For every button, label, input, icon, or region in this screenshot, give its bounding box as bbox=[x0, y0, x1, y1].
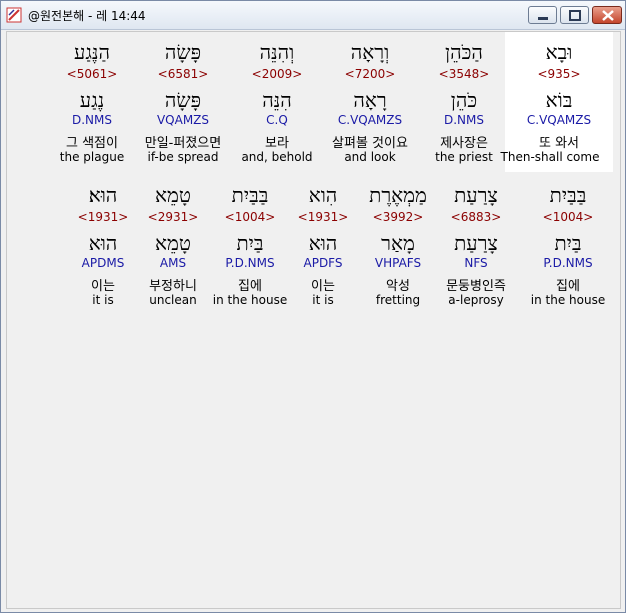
hebrew-word: צָרַעַת bbox=[454, 183, 498, 207]
strong-number[interactable]: <1931> bbox=[58, 210, 148, 224]
hebrew-word: וּבָא bbox=[545, 40, 573, 64]
morphology-code: APDMS bbox=[81, 256, 125, 270]
strong-number[interactable]: <935> bbox=[505, 67, 613, 81]
morphology-code: C.Q bbox=[266, 113, 288, 127]
strong-number[interactable]: <7200> bbox=[325, 67, 415, 81]
morphology-code: P.D.NMS bbox=[225, 256, 275, 270]
korean-gloss: 집에 bbox=[238, 279, 262, 294]
word-cell[interactable]: הַנֶּגַע <5061> נֶגַע D.NMS 그 색점이 the plague bbox=[47, 32, 137, 172]
hebrew-word: פָּשָׂה bbox=[164, 40, 202, 64]
morphology-code: C.VQAMZS bbox=[526, 113, 592, 127]
korean-gloss: 문둥병인즉 bbox=[446, 279, 506, 294]
morphology-code: C.VQAMZS bbox=[337, 113, 403, 127]
hebrew-word: וְהִנֵּה bbox=[259, 40, 295, 64]
english-gloss: and, behold bbox=[241, 150, 313, 164]
minimize-icon bbox=[538, 17, 548, 20]
hebrew-lemma: בַּיִת bbox=[236, 231, 264, 255]
hebrew-lemma: נֶגַע bbox=[79, 88, 105, 112]
english-gloss: in the house bbox=[530, 293, 606, 307]
hebrew-word: הַכֹּהֵן bbox=[445, 40, 483, 64]
hebrew-lemma: בּוֹא bbox=[545, 88, 573, 112]
strong-number[interactable]: <6581> bbox=[138, 67, 228, 81]
korean-gloss: 이는 bbox=[91, 279, 115, 294]
word-cell[interactable]: וְרָאָה <7200> רָאָה C.VQAMZS 살펴볼 것이요 and loo… bbox=[325, 32, 415, 172]
strong-number[interactable]: <2009> bbox=[232, 67, 322, 81]
morphology-code: D.NMS bbox=[71, 113, 112, 127]
hebrew-word: וְרָאָה bbox=[350, 40, 390, 64]
app-window: @원전본해 - 레 14:44 וּבָא <935> בּוֹא C.VQAMZS 또… bbox=[0, 0, 626, 613]
window-title: @원전본해 - 레 14:44 bbox=[28, 9, 146, 23]
strong-number[interactable]: <6883> bbox=[431, 210, 521, 224]
strong-number[interactable]: <5061> bbox=[47, 67, 137, 81]
morphology-code: D.NMS bbox=[443, 113, 484, 127]
korean-gloss: 집에 bbox=[556, 279, 580, 294]
english-gloss: the plague bbox=[59, 150, 125, 164]
word-cell[interactable]: הוּא׃ <1931> הוּא APDMS 이는 it is bbox=[58, 175, 148, 315]
hebrew-lemma: פָּשָׂה bbox=[164, 88, 202, 112]
korean-gloss: 또 와서 bbox=[538, 136, 579, 151]
strong-number[interactable]: <1004> bbox=[205, 210, 295, 224]
hebrew-word: בַּבַּיִת bbox=[549, 183, 587, 207]
hebrew-lemma: רָאָה bbox=[353, 88, 387, 112]
strong-number[interactable]: <1004> bbox=[523, 210, 613, 224]
close-button[interactable] bbox=[592, 6, 622, 24]
korean-gloss: 제사장은 bbox=[440, 136, 488, 151]
english-gloss: if-be spread bbox=[147, 150, 219, 164]
korean-gloss: 보라 bbox=[265, 136, 289, 151]
hebrew-lemma: בַּיִת bbox=[554, 231, 582, 255]
morphology-code: P.D.NMS bbox=[543, 256, 593, 270]
korean-gloss: 만일-퍼졌으면 bbox=[144, 136, 222, 151]
minimize-button[interactable] bbox=[528, 6, 557, 24]
korean-gloss: 살펴볼 것이요 bbox=[332, 136, 408, 151]
hebrew-word: בַּבַּיִת bbox=[231, 183, 269, 207]
strong-number[interactable]: <3548> bbox=[419, 67, 509, 81]
hebrew-lemma: הִנֵּה bbox=[262, 88, 292, 112]
word-cell[interactable]: פָּשָׂה <6581> פָּשָׂה VQAMZS 만일-퍼졌으면 if-be s… bbox=[138, 32, 228, 172]
english-gloss: the priest bbox=[435, 150, 493, 164]
word-cell[interactable]: הַכֹּהֵן <3548> כֹּהֵן D.NMS 제사장은 the priest bbox=[419, 32, 509, 172]
english-gloss: it is bbox=[92, 293, 114, 307]
hebrew-lemma: צָרַעַת bbox=[454, 231, 498, 255]
morphology-code: VQAMZS bbox=[156, 113, 210, 127]
hebrew-lemma: הוּא bbox=[88, 231, 118, 255]
word-cell[interactable]: וּבָא <935> בּוֹא C.VQAMZS 또 와서 Then-shall co… bbox=[501, 32, 613, 172]
app-logo-icon bbox=[6, 7, 22, 23]
interlinear-panel[interactable]: וּבָא <935> בּוֹא C.VQAMZS 또 와서 Then-shall co… bbox=[6, 31, 621, 609]
hebrew-word: הַנֶּגַע bbox=[74, 40, 110, 64]
word-cell[interactable]: וְהִנֵּה <2009> הִנֵּה C.Q 보라 and, behold bbox=[232, 32, 322, 172]
maximize-button[interactable] bbox=[560, 6, 589, 24]
maximize-icon bbox=[569, 10, 581, 21]
english-gloss: and look bbox=[344, 150, 396, 164]
morphology-code: NFS bbox=[464, 256, 488, 270]
hebrew-lemma: כֹּהֵן bbox=[450, 88, 478, 112]
word-cell[interactable]: בַּבַּיִת <1004> בַּיִת P.D.NMS 집에 in the hou… bbox=[523, 175, 613, 315]
title-bar[interactable]: @원전본해 - 레 14:44 bbox=[1, 1, 625, 30]
close-icon bbox=[602, 10, 614, 21]
hebrew-word: הוּא׃ bbox=[88, 183, 118, 207]
korean-gloss: 그 색점이 bbox=[66, 136, 118, 151]
